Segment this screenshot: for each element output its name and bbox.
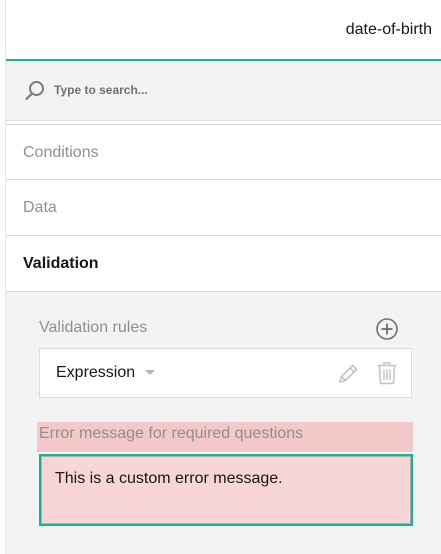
section-conditions[interactable]: Conditions: [6, 124, 441, 180]
pencil-icon[interactable]: [336, 362, 360, 386]
panel-header: date-of-birth: [6, 0, 441, 61]
plus-circle-icon[interactable]: [375, 317, 399, 341]
section-conditions-label: Conditions: [23, 144, 99, 161]
trash-icon[interactable]: [376, 361, 398, 385]
error-message-value: This is a custom error message.: [55, 470, 283, 487]
property-grid-panel: date-of-birth Conditions Data Validation…: [5, 0, 441, 554]
search-bar: [6, 61, 441, 121]
section-data[interactable]: Data: [6, 180, 441, 236]
section-validation[interactable]: Validation: [6, 236, 441, 292]
section-validation-label: Validation: [23, 255, 99, 272]
search-input[interactable]: [54, 83, 414, 97]
validation-content: Validation rules Expression Error messag…: [6, 292, 441, 554]
error-message-label: Error message for required questions: [39, 425, 304, 442]
section-data-label: Data: [23, 199, 57, 216]
search-icon: [25, 81, 44, 101]
selected-element-title: date-of-birth: [345, 21, 432, 38]
validation-rules-label: Validation rules: [39, 319, 148, 336]
validation-rule-item: Expression: [39, 348, 412, 398]
error-message-label-highlight: Error message for required questions: [37, 422, 413, 452]
error-message-input[interactable]: This is a custom error message.: [39, 454, 413, 526]
rule-type-dropdown[interactable]: Expression: [56, 364, 135, 382]
caret-down-icon[interactable]: [145, 370, 155, 375]
